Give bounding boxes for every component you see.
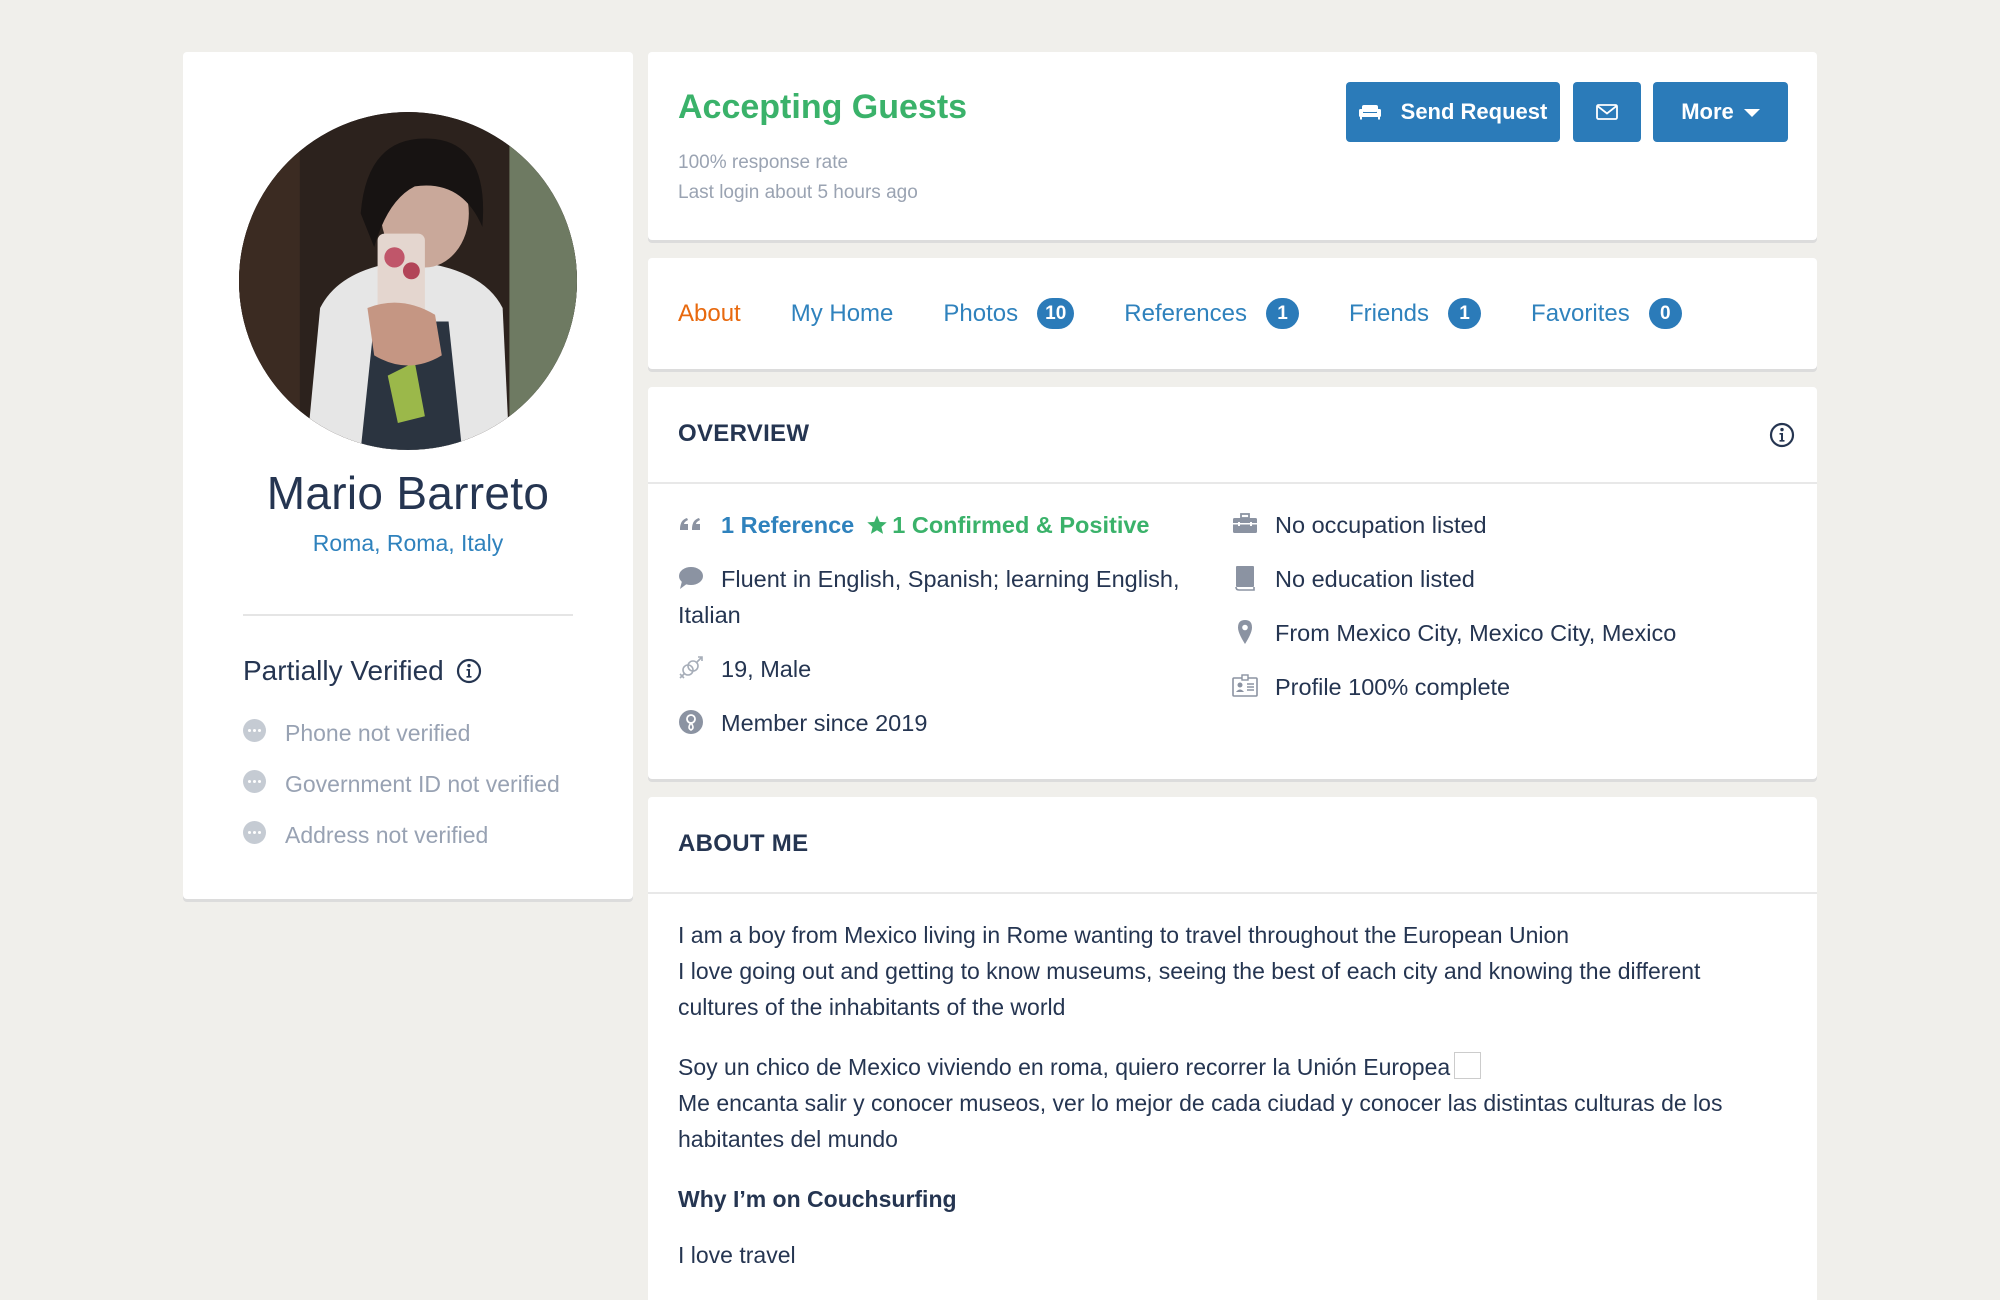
about-me-title: ABOUT ME [678, 830, 809, 857]
overview-header: OVERVIEW [648, 387, 1817, 484]
overview-education: No education listed [1232, 561, 1772, 597]
about-me-card: ABOUT ME I am a boy from Mexico living i… [648, 797, 1817, 1300]
hosting-status: Accepting Guests [678, 88, 968, 126]
info-icon[interactable] [456, 658, 482, 684]
id-card-icon [1232, 674, 1258, 697]
gender-icon [679, 656, 703, 679]
count-badge: 1 [1266, 298, 1299, 329]
envelope-icon [1596, 104, 1618, 120]
education-text: No education listed [1275, 566, 1475, 592]
references-link[interactable]: 1 Reference [721, 512, 854, 538]
tab-friends[interactable]: Friends 1 [1349, 298, 1482, 329]
overview-languages: Fluent in English, Spanish; learning Eng… [678, 561, 1198, 633]
profile-location-link[interactable]: Roma, Roma, Italy [183, 530, 633, 557]
about-line: I love going out and getting to know mus… [678, 958, 1701, 1020]
count-badge: 1 [1448, 298, 1482, 329]
tab-photos[interactable]: Photos 10 [943, 298, 1075, 329]
about-line: Soy un chico de Mexico viviendo en roma,… [678, 1054, 1451, 1080]
verification-item-phone: Phone not verified [243, 708, 560, 759]
last-login: Last login about 5 hours ago [678, 182, 918, 203]
star-icon [867, 515, 887, 534]
divider [243, 614, 573, 616]
message-button[interactable] [1573, 82, 1641, 142]
tab-about[interactable]: About [678, 300, 741, 328]
about-line: Me encanta salir y conocer museos, ver l… [678, 1090, 1723, 1152]
verification-status: Partially Verified [243, 655, 482, 687]
overview-age-gender: 19, Male [678, 651, 1198, 687]
unverified-dots-icon [243, 821, 266, 844]
tab-label: About [678, 299, 741, 327]
member-since-text: Member since 2019 [721, 710, 928, 736]
overview-right-column: No occupation listed No education listed… [1232, 507, 1772, 723]
verification-label: Address not verified [285, 822, 489, 848]
map-pin-icon [1238, 620, 1252, 644]
about-line: I am a boy from Mexico living in Rome wa… [678, 922, 1570, 948]
languages-text: Fluent in English, Spanish; learning Eng… [678, 566, 1180, 628]
verification-title: Partially Verified [243, 655, 444, 686]
caret-down-icon [1743, 109, 1760, 117]
info-icon[interactable] [1769, 422, 1795, 448]
confirmed-label: 1 Confirmed & Positive [892, 512, 1150, 538]
book-icon [1235, 566, 1255, 591]
send-request-button[interactable]: Send Request [1346, 82, 1560, 142]
verification-item-address: Address not verified [243, 810, 560, 861]
profile-card: Mario Barreto Roma, Roma, Italy Partiall… [183, 52, 633, 899]
verification-label: Phone not verified [285, 720, 471, 746]
profile-name: Mario Barreto [266, 467, 550, 519]
tab-label: My Home [790, 299, 894, 327]
occupation-text: No occupation listed [1275, 512, 1487, 538]
overview-left-column: 1 Reference 1 Confirmed & Positive Fluent… [678, 507, 1198, 759]
confirmed-positive: 1 Confirmed & Positive [866, 512, 1150, 538]
overview-profile-completion: Profile 100% complete [1232, 669, 1772, 705]
verification-list: Phone not verified Government ID not ver… [243, 708, 560, 861]
couch-icon [1358, 105, 1381, 120]
quote-icon [680, 518, 700, 530]
hometown-text: From Mexico City, Mexico City, Mexico [1275, 620, 1677, 646]
avatar-photo [239, 112, 577, 450]
unverified-dots-icon [243, 719, 266, 742]
verification-label: Government ID not verified [285, 771, 560, 797]
about-paragraph-spanish: Soy un chico de Mexico viviendo en roma,… [678, 1049, 1778, 1157]
overview-member-since: Member since 2019 [678, 705, 1198, 741]
profile-completion-text: Profile 100% complete [1275, 674, 1511, 700]
unverified-dots-icon [243, 770, 266, 793]
age-gender-text: 19, Male [721, 656, 812, 682]
overview-occupation: No occupation listed [1232, 507, 1772, 543]
hosting-status-card: Accepting Guests 100% response rate Last… [648, 52, 1817, 240]
tab-favorites[interactable]: Favorites 0 [1531, 298, 1682, 329]
profile-tabs: About My Home Photos 10 References 1 Fri… [678, 258, 1732, 369]
profile-tabs-card: About My Home Photos 10 References 1 Fri… [648, 258, 1817, 369]
overview-card: OVERVIEW 1 Reference 1 Confirmed & Positi… [648, 387, 1817, 779]
count-badge: 0 [1648, 298, 1682, 329]
tab-label: Photos [943, 299, 1019, 327]
overview-references: 1 Reference 1 Confirmed & Positive [678, 507, 1198, 543]
about-me-body: I am a boy from Mexico living in Rome wa… [678, 917, 1778, 1297]
verification-item-government-id: Government ID not verified [243, 759, 560, 810]
speech-bubble-icon [679, 567, 703, 589]
why-couchsurfing-heading: Why I’m on Couchsurfing [678, 1186, 957, 1212]
tab-label: References [1124, 299, 1247, 327]
overview-hometown: From Mexico City, Mexico City, Mexico [1232, 615, 1772, 651]
send-request-label: Send Request [1400, 99, 1548, 124]
couchsurfing-logo-icon [679, 710, 703, 734]
why-couchsurfing-text: I love travel [678, 1242, 796, 1268]
count-badge: 10 [1037, 298, 1075, 329]
about-me-header: ABOUT ME [648, 797, 1817, 894]
tab-references[interactable]: References 1 [1124, 298, 1299, 329]
response-rate: 100% response rate [678, 152, 849, 173]
about-paragraph-english: I am a boy from Mexico living in Rome wa… [678, 917, 1778, 1025]
briefcase-icon [1233, 513, 1257, 533]
tab-label: Friends [1349, 299, 1430, 327]
overview-title: OVERVIEW [678, 420, 810, 447]
more-dropdown-button[interactable]: More [1653, 82, 1788, 142]
missing-glyph-box [1454, 1052, 1482, 1079]
more-label: More [1681, 99, 1734, 124]
avatar[interactable] [239, 112, 577, 450]
tab-my-home[interactable]: My Home [791, 300, 894, 328]
tab-label: Favorites [1531, 299, 1630, 327]
